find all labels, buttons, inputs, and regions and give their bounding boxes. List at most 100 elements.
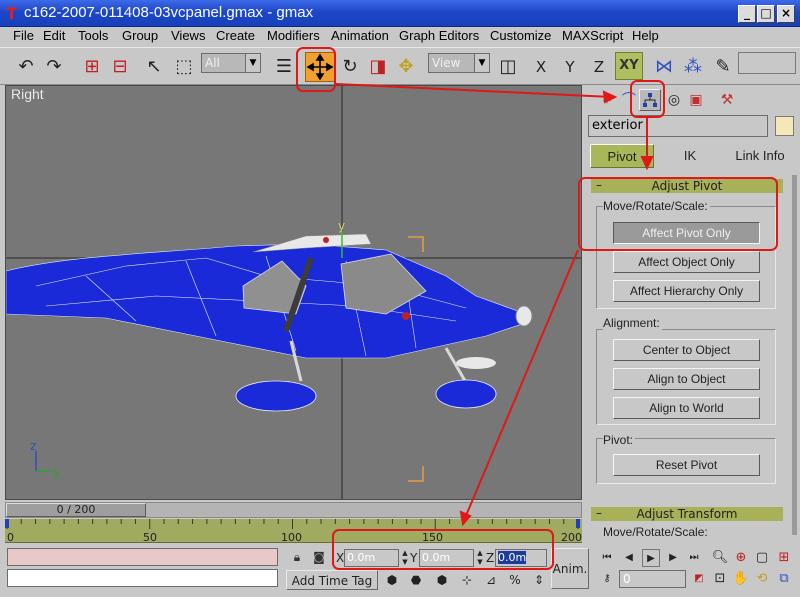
go-to-end-icon[interactable]: ⏭ bbox=[685, 549, 703, 567]
percent-snap-icon[interactable]: % bbox=[506, 571, 524, 589]
zoom-extents-icon[interactable]: ▢ bbox=[752, 548, 772, 568]
restrict-xy-button[interactable]: XY bbox=[615, 52, 643, 80]
key-mode-icon[interactable]: ⬢ bbox=[383, 571, 401, 589]
align-to-object-button[interactable]: Align to Object bbox=[613, 368, 760, 390]
key-icon[interactable]: ⚷ bbox=[598, 570, 616, 588]
aircraft-model bbox=[6, 233, 533, 412]
selection-bracket bbox=[408, 236, 424, 252]
play-icon[interactable]: ▶ bbox=[642, 549, 660, 567]
gizmo-y-label: y bbox=[338, 219, 345, 233]
restrict-x-button[interactable]: X bbox=[529, 55, 553, 79]
unlink-icon[interactable]: ⊟ bbox=[108, 55, 132, 79]
zoom-icon[interactable]: 🔍︎ bbox=[710, 548, 730, 568]
maximize-button[interactable]: □ bbox=[757, 5, 775, 23]
adjust-transform-move-label: Move/Rotate/Scale: bbox=[603, 525, 710, 539]
restrict-y-button[interactable]: Y bbox=[558, 55, 582, 79]
tab-link-info[interactable]: Link Info bbox=[726, 144, 794, 168]
menu-graph-editors[interactable]: Graph Editors bbox=[399, 28, 479, 43]
current-frame-field[interactable]: 0 bbox=[619, 570, 686, 588]
angle-snap-icon[interactable]: ⊿ bbox=[482, 571, 500, 589]
adjust-transform-rollout-header[interactable]: – Adjust Transform bbox=[591, 506, 783, 521]
snap-toggle-icon[interactable]: ⊹ bbox=[458, 571, 476, 589]
zoom-extents-all-icon[interactable]: ⊞ bbox=[774, 548, 794, 568]
utilities-tab-icon[interactable]: ⚒ bbox=[716, 89, 738, 111]
affect-hierarchy-only-button[interactable]: Affect Hierarchy Only bbox=[613, 280, 760, 302]
mirror-icon[interactable]: ⋈ bbox=[652, 55, 676, 79]
pan-icon[interactable]: ✋ bbox=[731, 569, 751, 589]
object-name-field[interactable]: exterior bbox=[588, 115, 768, 137]
time-slider[interactable]: 0 / 200 bbox=[5, 502, 582, 518]
reference-coord-dropdown[interactable]: View ▼ bbox=[428, 53, 490, 73]
time-config-icon[interactable]: ◩ bbox=[690, 570, 708, 588]
array-icon[interactable]: ⁂ bbox=[681, 55, 705, 79]
previous-frame-icon[interactable]: ◀ bbox=[620, 549, 638, 567]
tab-pivot[interactable]: Pivot bbox=[590, 144, 654, 168]
maxscript-listener-field[interactable] bbox=[7, 548, 278, 566]
create-tab-icon[interactable]: ✶ bbox=[596, 89, 618, 111]
set-key-icon[interactable]: ⬢ bbox=[433, 571, 451, 589]
panel-scrollbar[interactable] bbox=[792, 175, 797, 535]
annotation-move-box bbox=[296, 47, 336, 92]
selection-filter-dropdown[interactable]: All ▼ bbox=[201, 53, 261, 73]
redo-icon[interactable]: ↷ bbox=[42, 55, 66, 79]
range-marker bbox=[5, 519, 9, 528]
display-tab-icon[interactable]: ▣ bbox=[685, 89, 707, 111]
menu-group[interactable]: Group bbox=[122, 28, 158, 43]
scale-icon[interactable]: ◨ bbox=[366, 55, 390, 79]
select-icon[interactable]: ↖ bbox=[142, 55, 166, 79]
arc-rotate-icon[interactable]: ⟲ bbox=[752, 569, 772, 589]
pivot-icon[interactable]: ✥ bbox=[394, 55, 418, 79]
object-color-swatch[interactable] bbox=[775, 116, 794, 136]
app-icon[interactable]: T bbox=[6, 5, 20, 22]
zoom-all-icon[interactable]: ⊕ bbox=[731, 548, 751, 568]
spinner-snap-icon[interactable]: ⇕ bbox=[530, 571, 548, 589]
restrict-z-button[interactable]: Z bbox=[587, 55, 611, 79]
tab-ik[interactable]: IK bbox=[658, 144, 722, 168]
main-toolbar: ↶ ↷ ⊞ ⊟ ↖ ⬚ All ▼ ☰ ↻ ◨ ✥ View ▼ ◫ X Y Z… bbox=[0, 47, 800, 85]
absolute-mode-icon[interactable]: ◙ bbox=[311, 549, 327, 565]
maximize-viewport-icon[interactable]: ⧉ bbox=[774, 569, 794, 589]
use-center-icon[interactable]: ◫ bbox=[496, 55, 520, 79]
menu-modifiers[interactable]: Modifiers bbox=[267, 28, 320, 43]
undo-icon[interactable]: ↶ bbox=[14, 55, 38, 79]
menu-file[interactable]: File bbox=[13, 28, 34, 43]
field-of-view-icon[interactable]: ⊡ bbox=[710, 569, 730, 589]
annotation-coords-box bbox=[332, 529, 554, 570]
reset-pivot-button[interactable]: Reset Pivot bbox=[613, 454, 760, 476]
go-to-start-icon[interactable]: ⏮ bbox=[598, 549, 616, 567]
menu-tools[interactable]: Tools bbox=[78, 28, 108, 43]
viewport-right[interactable]: Right y z y bbox=[5, 85, 582, 500]
menu-edit[interactable]: Edit bbox=[43, 28, 65, 43]
adjust-transform-title: Adjust Transform bbox=[636, 507, 738, 521]
menu-help[interactable]: Help bbox=[632, 28, 659, 43]
center-to-object-button[interactable]: Center to Object bbox=[613, 339, 760, 361]
filter-icon[interactable]: ⬣ bbox=[407, 571, 425, 589]
pivot-label: Pivot: bbox=[603, 433, 636, 447]
selection-bracket bbox=[408, 466, 424, 482]
select-link-icon[interactable]: ⊞ bbox=[80, 55, 104, 79]
close-button[interactable]: × bbox=[777, 5, 795, 23]
rotate-icon[interactable]: ↻ bbox=[338, 55, 362, 79]
motion-tab-icon[interactable]: ◎ bbox=[663, 89, 685, 111]
time-slider-thumb[interactable]: 0 / 200 bbox=[6, 503, 146, 517]
next-frame-icon[interactable]: ▶ bbox=[664, 549, 682, 567]
animate-toggle-button[interactable]: Anim. bbox=[551, 548, 589, 589]
chevron-down-icon: ▼ bbox=[245, 54, 260, 72]
add-time-tag-button[interactable]: Add Time Tag bbox=[286, 570, 378, 590]
align-to-world-button[interactable]: Align to World bbox=[613, 397, 760, 419]
named-selection-field[interactable] bbox=[738, 52, 796, 74]
alignment-label: Alignment: bbox=[603, 316, 662, 330]
select-by-name-icon[interactable]: ☰ bbox=[272, 55, 296, 79]
region-select-icon[interactable]: ⬚ bbox=[172, 55, 196, 79]
prompt-field[interactable] bbox=[7, 569, 278, 587]
menu-maxscript[interactable]: MAXScript bbox=[562, 28, 623, 43]
menu-create[interactable]: Create bbox=[216, 28, 255, 43]
lock-icon[interactable]: 🔒︎ bbox=[289, 549, 305, 565]
menu-views[interactable]: Views bbox=[171, 28, 205, 43]
affect-object-only-button[interactable]: Affect Object Only bbox=[613, 251, 760, 273]
minimize-button[interactable]: _ bbox=[738, 5, 756, 23]
menu-animation[interactable]: Animation bbox=[331, 28, 389, 43]
align-icon[interactable]: ✎ bbox=[711, 55, 735, 79]
menu-customize[interactable]: Customize bbox=[490, 28, 551, 43]
command-panel: ✶ ⌒ ◎ ▣ ⚒ exterior Pivot IK Link Info – … bbox=[586, 85, 800, 539]
